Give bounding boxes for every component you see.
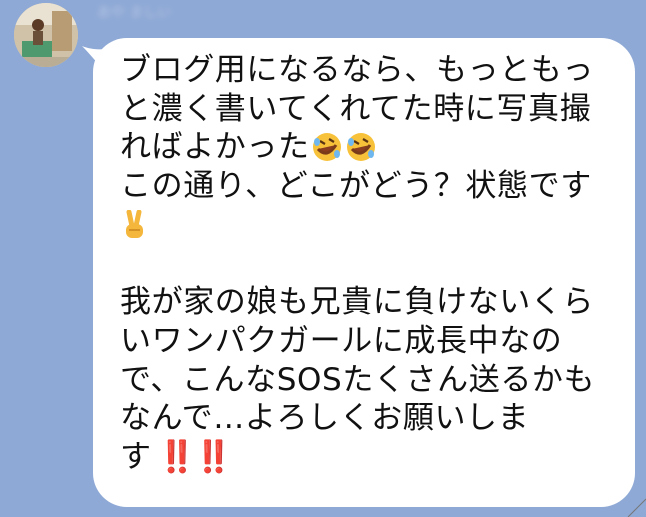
message-line-2: と濃く書いてくれてた時に写真撮 xyxy=(120,90,592,127)
message-line-1: ブログ用になるなら、もっともっ xyxy=(120,52,594,88)
message-line-5 xyxy=(120,206,615,245)
message-line-11: す ‼️‼️ xyxy=(120,438,615,477)
message-line-3: ればよかった xyxy=(120,128,615,167)
message-line-4: この通り、どこがどう？状態です xyxy=(120,168,592,205)
rolling-on-floor-laughing-icon xyxy=(346,133,375,162)
message-line-11-text: す xyxy=(120,439,152,476)
sender-name: あや ましい xyxy=(97,5,172,21)
double-exclamation-icon: ‼️‼️ xyxy=(157,439,233,476)
message-line-3-text: ればよかった xyxy=(120,129,310,166)
rolling-on-floor-laughing-icon xyxy=(312,133,341,162)
message-bubble[interactable]: ブログ用になるなら、もっともっ と濃く書いてくれてた時に写真撮 ればよかった こ… xyxy=(93,38,635,507)
sender-avatar[interactable] xyxy=(14,3,78,67)
message-line-8: いワンパクガールに成長中なの xyxy=(120,322,563,359)
message-line-9: で、こんなSOSたくさん送るかも xyxy=(120,361,596,398)
victory-hand-icon xyxy=(126,209,143,238)
profile-photo-child-icon xyxy=(14,3,78,67)
message-line-10: なんで…よろしくお願いしま xyxy=(120,400,530,437)
page-corner-icon xyxy=(627,498,646,517)
message-line-7: 我が家の娘も兄貴に負けないくら xyxy=(120,284,594,321)
